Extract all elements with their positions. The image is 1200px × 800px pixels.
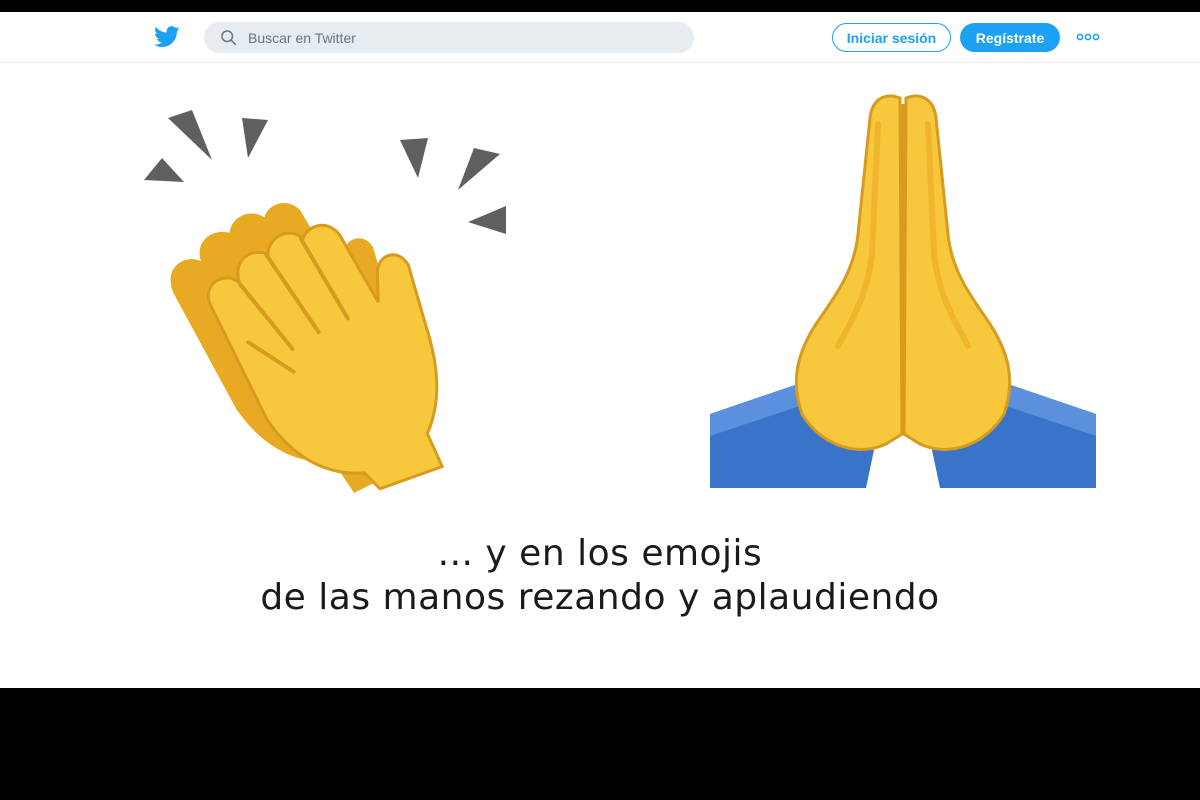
caption-line-1: ... y en los emojis xyxy=(437,533,763,574)
more-dots-icon[interactable] xyxy=(1075,32,1101,42)
video-caption: ... y en los emojis de las manos rezando… xyxy=(0,532,1200,620)
video-frame: Iniciar sesión Regístrate xyxy=(0,12,1200,688)
motion-lines xyxy=(144,110,506,234)
search-icon xyxy=(221,30,237,46)
caption-line-2: de las manos rezando y aplaudiendo xyxy=(260,577,940,618)
twitter-bird-icon[interactable] xyxy=(154,25,180,49)
search-box[interactable] xyxy=(204,22,694,53)
top-navigation-bar: Iniciar sesión Regístrate xyxy=(0,12,1200,63)
search-input[interactable] xyxy=(248,22,678,53)
signup-button[interactable]: Regístrate xyxy=(960,23,1060,52)
folded-hands-emoji xyxy=(710,94,1096,488)
clapping-hands-emoji xyxy=(144,110,506,494)
login-button[interactable]: Iniciar sesión xyxy=(832,23,951,52)
